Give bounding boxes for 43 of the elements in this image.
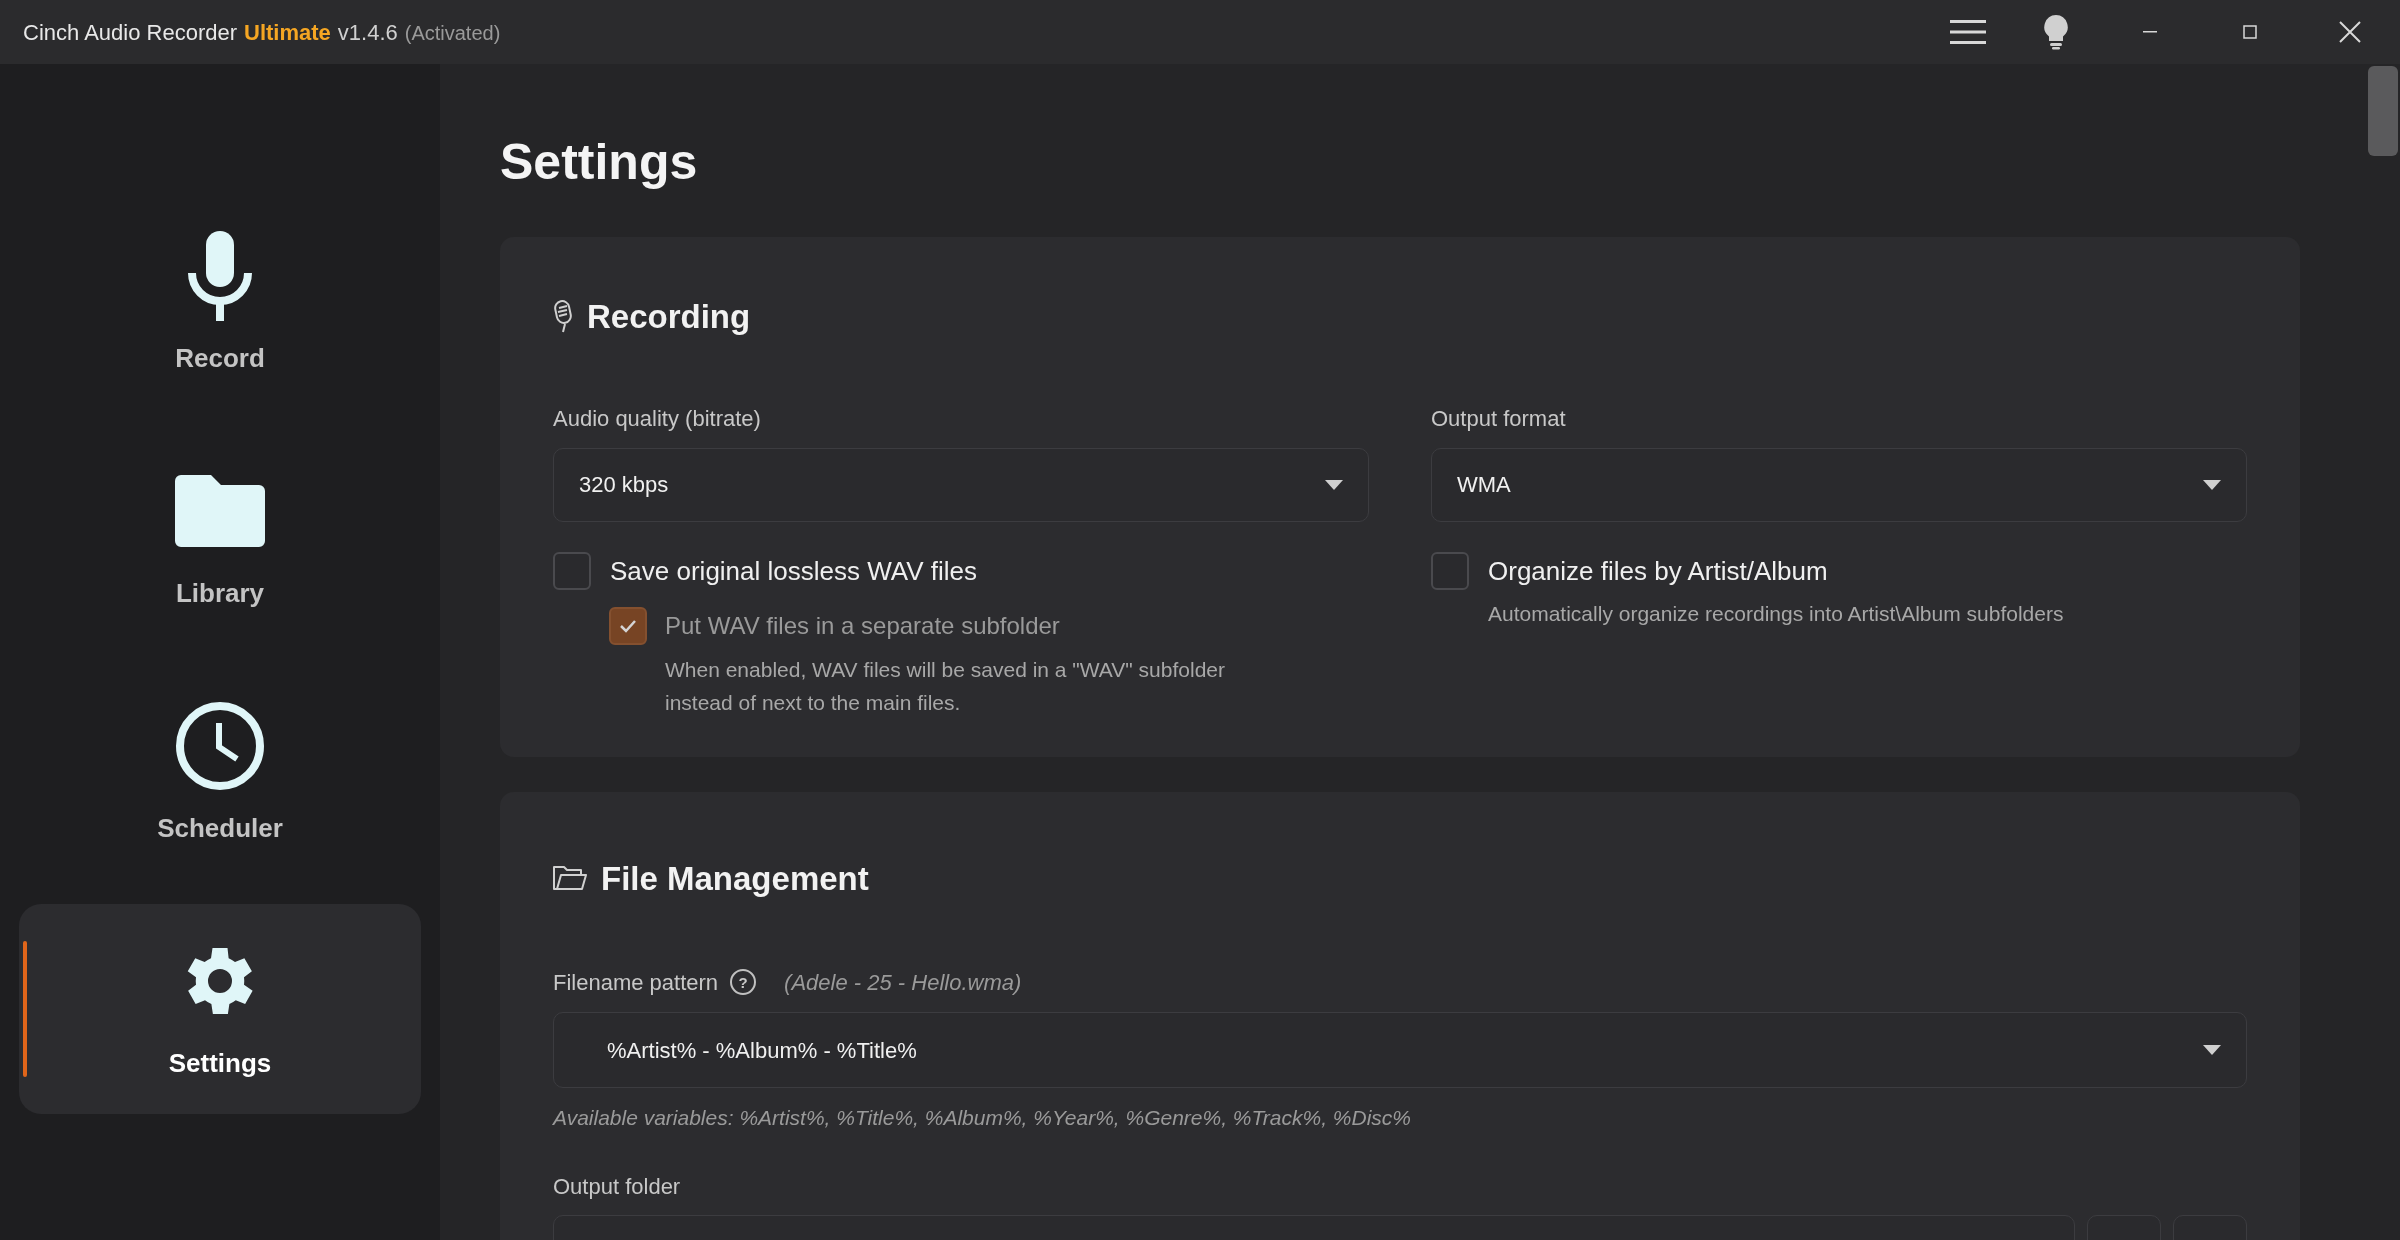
filename-example: (Adele - 25 - Hello.wma) [784, 968, 1022, 997]
lightbulb-icon [2043, 14, 2069, 50]
caret-icon [2203, 479, 2221, 490]
scrollbar-thumb[interactable] [2368, 66, 2398, 156]
checkbox-label: Save original lossless WAV files [610, 554, 978, 588]
field-label: Filename pattern [553, 968, 719, 997]
version-label: v1.4.6 [337, 18, 398, 47]
checkmark-icon [619, 618, 637, 633]
section-title: Recording [587, 297, 751, 337]
folder-icon [175, 474, 265, 547]
caret-icon [2203, 1045, 2221, 1055]
activation-status: (Activated) [404, 20, 501, 46]
help-button[interactable]: ? [730, 969, 757, 995]
sidebar-item[interactable]: Scheduler [19, 669, 421, 879]
app-name: Cinch Audio Recorder [23, 18, 237, 47]
close-icon [2339, 21, 2361, 43]
field-label: Output format [1431, 404, 1567, 433]
option-description: When enabled, WAV files will be saved in a "WAV" subfolder instead of next to the main files. [664, 656, 1226, 716]
sidebar-item[interactable]: Settings [19, 904, 421, 1114]
option-description: Automatically organize recordings into Artist\Album subfolders [1487, 600, 2065, 627]
field-label: Output folder [553, 1172, 682, 1201]
checkbox-label: Organize files by Artist/Album [1488, 554, 1828, 588]
field-hint: Available variables: %Artist%, %Title%, %Album%, %Year%, %Genre%, %Track%, %Disc% [553, 1105, 1412, 1131]
checkbox-label: Put WAV files in a separate subfolder [665, 610, 1060, 641]
audio-quality-dropdown[interactable]: 320 kbps [553, 447, 1369, 522]
page-title: Settings [500, 133, 699, 192]
microphone-icon [187, 230, 253, 321]
microphone-icon [553, 299, 573, 334]
menu-icon [1950, 19, 1986, 45]
field-label: Audio quality (bitrate) [553, 404, 762, 433]
caret-icon [1325, 479, 1343, 490]
output-format-dropdown[interactable]: WMA [1431, 447, 2247, 522]
sidebar-item[interactable]: Library [19, 434, 421, 644]
sidebar-item[interactable]: Record [19, 199, 421, 409]
checkbox[interactable] [553, 552, 591, 590]
clock-icon [175, 700, 265, 791]
filename-pattern-dropdown[interactable]: %Artist% - %Album% - %Title% [553, 1012, 2247, 1088]
maximize-icon [2243, 25, 2257, 39]
section-title: File Management [601, 858, 869, 899]
folder-icon [553, 865, 587, 892]
minimize-icon [2143, 31, 2157, 33]
checkbox[interactable] [1431, 552, 1469, 590]
edition-label: Ultimate [244, 18, 331, 47]
